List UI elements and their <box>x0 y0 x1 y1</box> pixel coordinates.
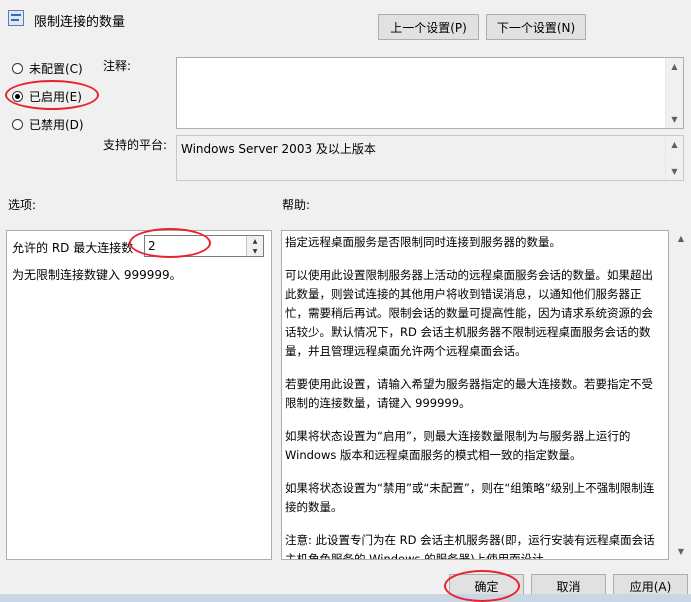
title-bar: 限制连接的数量 上一个设置(P) 下一个设置(N) <box>0 0 691 44</box>
comment-textarea[interactable]: ▲ ▼ <box>176 57 684 129</box>
max-connections-stepper[interactable]: 2 ▲ ▼ <box>144 235 264 257</box>
max-connections-label: 允许的 RD 最大连接数 <box>12 241 134 255</box>
help-section-label: 帮助: <box>282 198 311 212</box>
help-paragraph: 如果将状态设置为“禁用”或“未配置”，则在“组策略”级别上不强制限制连接的数量。 <box>285 481 655 514</box>
scroll-down-icon[interactable]: ▼ <box>671 543 691 560</box>
platform-value: Windows Server 2003 及以上版本 <box>181 142 376 156</box>
radio-indicator <box>12 63 23 74</box>
radio-indicator <box>12 119 23 130</box>
platform-field: Windows Server 2003 及以上版本 ▲ ▼ <box>176 135 684 181</box>
radio-label: 未配置(C) <box>29 62 83 76</box>
spin-down-icon[interactable]: ▼ <box>246 246 263 256</box>
options-section-label: 选项: <box>8 198 37 212</box>
max-connections-value: 2 <box>148 239 156 253</box>
radio-indicator <box>12 91 23 102</box>
scroll-down-icon[interactable]: ▼ <box>666 163 683 180</box>
spin-up-icon[interactable]: ▲ <box>246 236 263 246</box>
scroll-up-icon[interactable]: ▲ <box>666 136 683 153</box>
scroll-up-icon[interactable]: ▲ <box>671 230 691 247</box>
radio-enabled[interactable]: 已启用(E) <box>12 88 82 105</box>
help-paragraph: 可以使用此设置限制服务器上活动的远程桌面服务会话的数量。如果超出此数量，则尝试连… <box>285 268 653 358</box>
scroll-down-icon[interactable]: ▼ <box>666 111 683 128</box>
help-text-panel: 指定远程桌面服务是否限制同时连接到服务器的数量。 可以使用此设置限制服务器上活动… <box>281 230 669 560</box>
help-paragraph: 注意: 此设置专门为在 RD 会话主机服务器(即，运行安装有远程桌面会话主机角色… <box>285 533 655 560</box>
comment-scrollbar[interactable]: ▲ ▼ <box>665 58 683 128</box>
window-title: 限制连接的数量 <box>34 15 126 30</box>
platform-scrollbar[interactable]: ▲ ▼ <box>665 136 683 180</box>
scroll-up-icon[interactable]: ▲ <box>666 58 683 75</box>
help-paragraph: 如果将状态设置为“启用”，则最大连接数量限制为与服务器上运行的 Windows … <box>285 429 631 462</box>
radio-disabled[interactable]: 已禁用(D) <box>12 116 84 133</box>
policy-setting-icon <box>8 10 24 26</box>
help-scrollbar[interactable]: ▲ ▼ <box>671 230 691 560</box>
next-setting-button[interactable]: 下一个设置(N) <box>486 14 586 40</box>
platform-label: 支持的平台: <box>103 138 168 152</box>
taskbar-strip <box>0 594 691 602</box>
previous-setting-button[interactable]: 上一个设置(P) <box>378 14 479 40</box>
max-connections-hint: 为无限制连接数键入 999999。 <box>12 268 182 282</box>
help-paragraph: 指定远程桌面服务是否限制同时连接到服务器的数量。 <box>285 235 561 249</box>
radio-not-configured[interactable]: 未配置(C) <box>12 60 83 77</box>
radio-label: 已启用(E) <box>29 90 82 104</box>
radio-label: 已禁用(D) <box>29 118 84 132</box>
help-paragraph: 若要使用此设置，请输入希望为服务器指定的最大连接数。若要指定不受限制的连接数量，… <box>285 377 653 410</box>
comment-label: 注释: <box>103 59 132 73</box>
